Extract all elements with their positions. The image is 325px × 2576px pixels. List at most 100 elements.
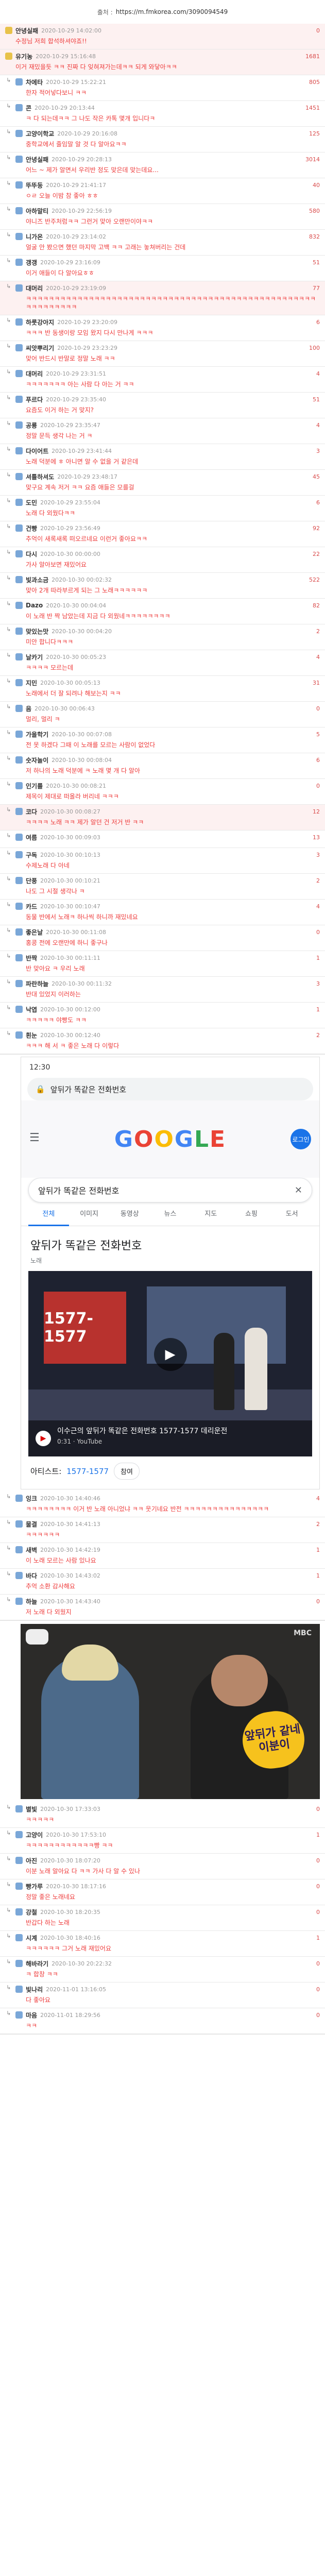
comment-nick[interactable]: 강철 bbox=[26, 1908, 37, 1917]
reply-arrow-icon: ↳ bbox=[6, 927, 11, 934]
video-title[interactable]: 이수근의 앞뒤가 똑같은 전화번호 1577-1577 데리운전 bbox=[57, 1426, 305, 1436]
comment-text: 추억 소환 감사해요 bbox=[26, 1583, 75, 1590]
reply-arrow-icon: ↳ bbox=[6, 77, 11, 83]
comment-nick[interactable]: 바다 bbox=[26, 1571, 37, 1580]
comment-nick[interactable]: 대머리 bbox=[26, 369, 43, 378]
comment-nick[interactable]: 좋은날 bbox=[26, 928, 43, 937]
address-bar[interactable]: 🔒 앞뒤가 똑같은 전화번호 bbox=[27, 1078, 313, 1100]
comment-nick[interactable]: 다이어트 bbox=[26, 447, 48, 455]
comment-nick[interactable]: 푸르다 bbox=[26, 395, 43, 404]
search-tab[interactable]: 뉴스 bbox=[150, 1202, 191, 1226]
comment-nick[interactable]: Dazo bbox=[26, 602, 43, 609]
comment-nick[interactable]: 유기농 bbox=[15, 52, 32, 61]
video-thumbnail[interactable]: 1577-1577 ▶ 이수근의 앞뒤가 똑같은 전화번호 1577-1577 … bbox=[28, 1271, 312, 1456]
comment-nick[interactable]: 공룡 bbox=[26, 421, 37, 430]
comment-nick[interactable]: 마음 bbox=[26, 2011, 37, 2020]
comment-nick[interactable]: 인기를 bbox=[26, 782, 43, 790]
comment-nick[interactable]: 고양이학교 bbox=[26, 129, 54, 138]
comment-points: 6 bbox=[316, 318, 320, 326]
comment-header: 빛나리 2020-11-01 13:16:05 0 bbox=[15, 1984, 320, 1994]
comment-nick[interactable]: 물결 bbox=[26, 1520, 37, 1529]
comment-date: 2020-10-29 20:28:13 bbox=[52, 156, 112, 163]
comment-nick[interactable]: 콘 bbox=[26, 104, 31, 112]
google-logo[interactable]: GOOGLE bbox=[114, 1116, 225, 1162]
reply-arrow-icon: ↳ bbox=[6, 574, 11, 581]
comment-nick[interactable]: 음 bbox=[26, 704, 31, 713]
comment-item: ↳ 갱갱 2020-10-29 23:16:09 51 이거 애들이 다 알아요ㅎㅎ bbox=[0, 256, 325, 281]
comment-nick[interactable]: 하늘 bbox=[26, 1597, 37, 1606]
comment-nick[interactable]: 안녕실패 bbox=[26, 155, 48, 164]
comment-nick[interactable]: 흰눈 bbox=[26, 1031, 37, 1040]
level-icon bbox=[15, 156, 23, 163]
level-icon bbox=[15, 1572, 23, 1579]
comment-nick[interactable]: 아진 bbox=[26, 1856, 37, 1865]
comment-nick[interactable]: 코다 bbox=[26, 807, 37, 816]
comment-nick[interactable]: 카드 bbox=[26, 902, 37, 911]
comment-nick[interactable]: 빵가루 bbox=[26, 1882, 43, 1891]
search-tab[interactable]: 이미지 bbox=[69, 1202, 110, 1226]
comment-nick[interactable]: 갱갱 bbox=[26, 258, 37, 267]
comment-points: 580 bbox=[309, 207, 320, 214]
comment-item: ↳ 아하말티 2020-10-29 22:56:19 580 야니즈 반주처럼ㅋㅋ 그런… bbox=[0, 204, 325, 230]
search-tab[interactable]: 도서 bbox=[271, 1202, 312, 1226]
comment-header: 인기를 2020-10-30 00:08:21 0 bbox=[15, 781, 320, 791]
comment-nick[interactable]: 도민 bbox=[26, 498, 37, 507]
search-box[interactable]: 앞뒤가 똑같은 전화번호 ✕ bbox=[28, 1178, 312, 1202]
comment-item: ↳ 차에타 2020-10-29 15:22:21 805 한자 적어넣다보니 ㅋㅋ bbox=[0, 75, 325, 101]
comment-nick[interactable]: 건빵 bbox=[26, 524, 37, 533]
comment-nick[interactable]: 맞있는맛 bbox=[26, 627, 48, 636]
reply-arrow-icon: ↳ bbox=[6, 549, 11, 555]
search-tab[interactable]: 지도 bbox=[191, 1202, 231, 1226]
comment-nick[interactable]: 빛나리 bbox=[26, 1985, 43, 1994]
search-tab[interactable]: 전체 bbox=[28, 1202, 69, 1226]
comment-nick[interactable]: 니가온 bbox=[26, 232, 43, 241]
hamburger-icon[interactable]: ☰ bbox=[29, 1131, 40, 1144]
comment-nick[interactable]: 가을학기 bbox=[26, 730, 48, 739]
search-query: 앞뒤가 똑같은 전화번호 bbox=[38, 1186, 119, 1196]
comment-nick[interactable]: 씨앗뿌리기 bbox=[26, 344, 54, 352]
comment-nick[interactable]: 새벽 bbox=[26, 1546, 37, 1554]
comment-nick[interactable]: 안녕실패 bbox=[15, 26, 38, 35]
comment-nick[interactable]: 여름 bbox=[26, 833, 37, 842]
reply-arrow-icon: ↳ bbox=[6, 677, 11, 684]
comment-nick[interactable]: 빛과소금 bbox=[26, 575, 48, 584]
comment-nick[interactable]: 시계 bbox=[26, 1934, 37, 1942]
comment-nick[interactable]: 파란하늘 bbox=[26, 979, 48, 988]
comment-nick[interactable]: 하룻강아지 bbox=[26, 318, 54, 327]
comment-nick[interactable]: 대머리 bbox=[26, 284, 43, 293]
search-tab[interactable]: 동영상 bbox=[109, 1202, 150, 1226]
reply-arrow-icon: ↳ bbox=[6, 1881, 11, 1888]
comment-nick[interactable]: 구독 bbox=[26, 851, 37, 859]
comment-item: ↳ 콘 2020-10-29 20:13:44 1451 ㅋ 다 되는데ㅋㅋ 그 나도 … bbox=[0, 101, 325, 127]
comment-text: ㅋㅋㅋㅋㅋ 야빵도 ㅋㅋ bbox=[26, 1016, 87, 1024]
artist-chip[interactable]: 참여 bbox=[114, 1463, 140, 1480]
source-url[interactable]: https://m.fmkorea.com/3090094549 bbox=[116, 8, 228, 15]
search-tab[interactable]: 쇼핑 bbox=[231, 1202, 272, 1226]
comment-item: 안녕실패 2020-10-29 14:02:00 0 수정님 저희 합석하셔야죠!! bbox=[0, 24, 325, 49]
comment-date: 2020-10-30 14:41:13 bbox=[40, 1520, 100, 1528]
artist-value[interactable]: 1577-1577 bbox=[66, 1467, 109, 1476]
comment-date: 2020-10-30 00:12:00 bbox=[40, 1006, 100, 1013]
comment-nick[interactable]: 고양이 bbox=[26, 1831, 43, 1839]
comment-text: 정말 좋은 노래네요 bbox=[26, 1893, 75, 1901]
comment-nick[interactable]: 뚜뚜둥 bbox=[26, 181, 43, 190]
comment-nick[interactable]: 날카기 bbox=[26, 653, 43, 662]
comment-nick[interactable]: 아하말티 bbox=[26, 207, 48, 215]
comment-nick[interactable]: 해바라기 bbox=[26, 1959, 48, 1968]
comment-nick[interactable]: 잉크 bbox=[26, 1494, 37, 1503]
comment-nick[interactable]: 반짝 bbox=[26, 954, 37, 962]
comment-nick[interactable]: 지민 bbox=[26, 679, 37, 687]
camera-icon bbox=[26, 1629, 48, 1645]
login-button[interactable]: 로그인 bbox=[290, 1129, 311, 1149]
clear-icon[interactable]: ✕ bbox=[295, 1185, 302, 1196]
comment-nick[interactable]: 차에타 bbox=[26, 78, 43, 87]
play-icon[interactable]: ▶ bbox=[153, 1338, 187, 1371]
card-subtitle: 노래 bbox=[30, 1257, 42, 1264]
comment-nick[interactable]: 다시 bbox=[26, 550, 37, 558]
comment-nick[interactable]: 낙엽 bbox=[26, 1005, 37, 1014]
comment-nick[interactable]: 숫자놀이 bbox=[26, 756, 48, 765]
comment-nick[interactable]: 별빛 bbox=[26, 1805, 37, 1814]
comment-nick[interactable]: 단풍 bbox=[26, 876, 37, 885]
comment-nick[interactable]: 셔틀하셔도 bbox=[26, 472, 54, 481]
comment-item: ↳ 반짝 2020-10-30 00:11:11 1 반 맞아요 ㅋ 우리 노래 bbox=[0, 951, 325, 977]
